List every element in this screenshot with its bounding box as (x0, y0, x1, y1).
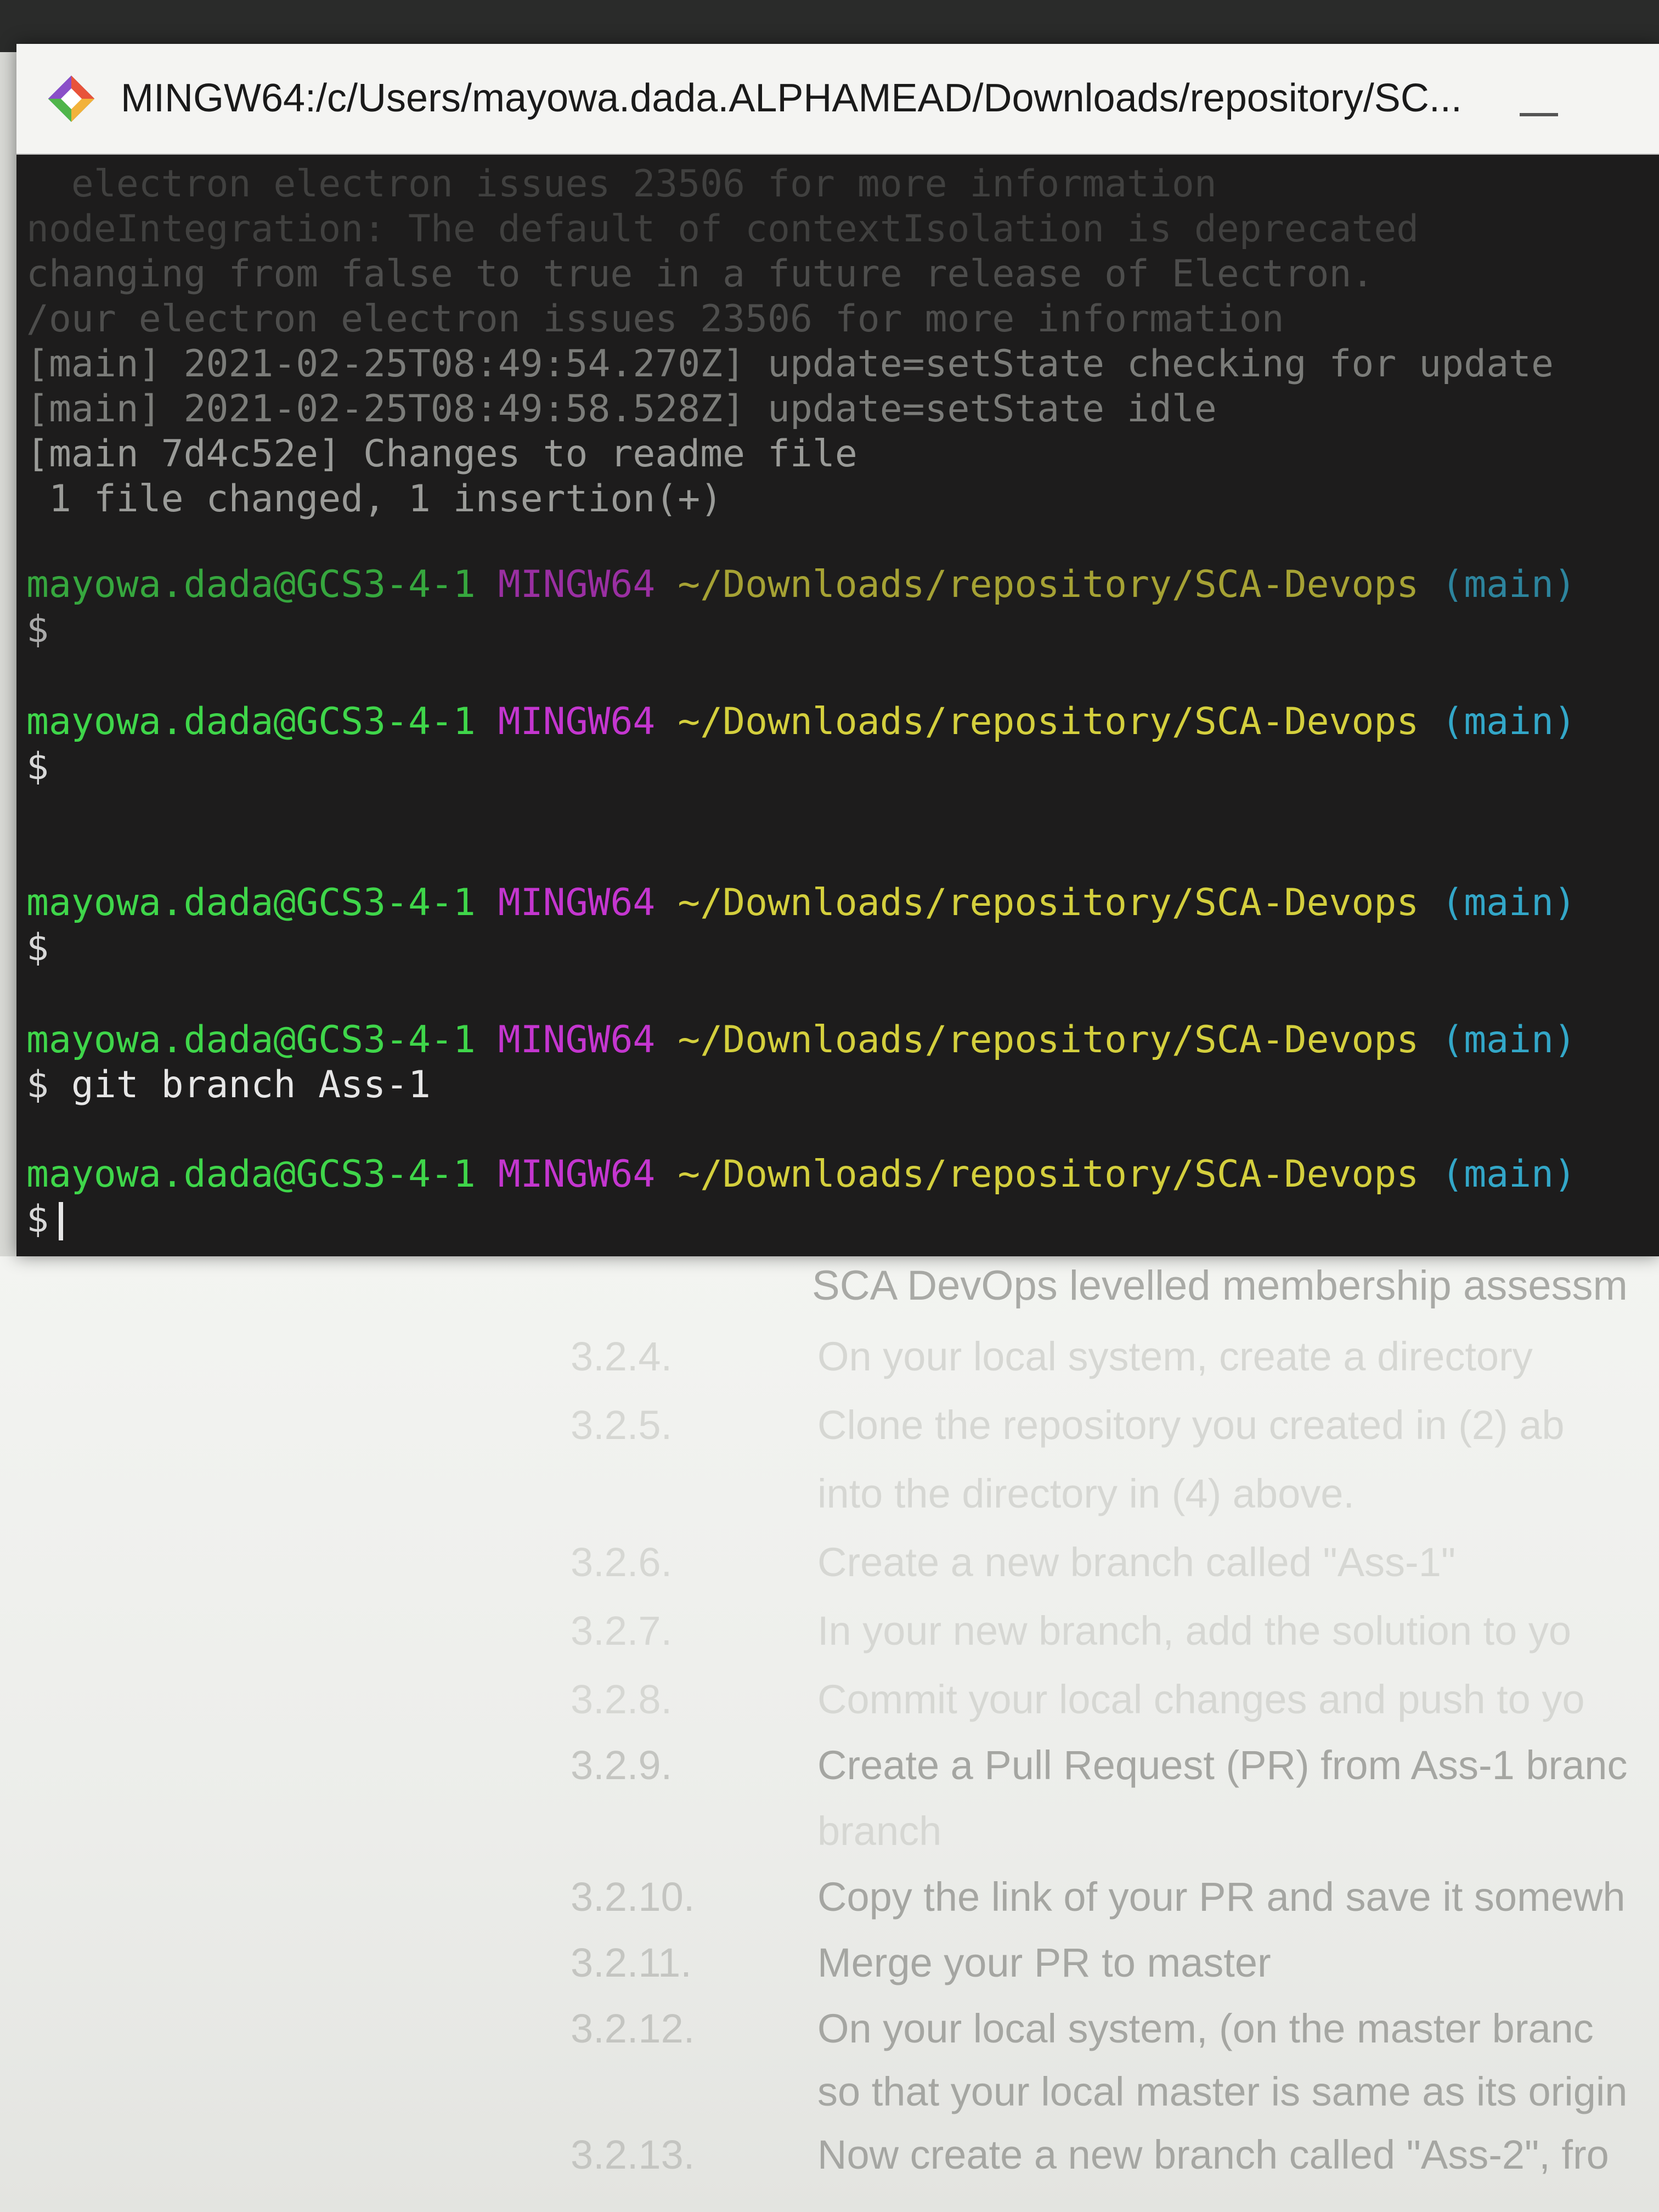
command-line: $ (26, 926, 71, 970)
window-titlebar[interactable]: MINGW64:/c/Users/mayowa.dada.ALPHAMEAD/D… (16, 44, 1659, 155)
item-text: On your local system, (on the master bra… (817, 2006, 1594, 2051)
list-item: 3.2.5. Clone the repository you created … (571, 1402, 1659, 1468)
prompt-symbol: $ (26, 745, 49, 788)
item-number: 3.2.11. (571, 1940, 692, 1985)
prompt-user: mayowa.dada@GCS3-4-1 (26, 563, 476, 606)
log-line-partial: changing from false to true in a future … (26, 252, 1374, 296)
prompt-branch: (main) (1441, 881, 1576, 924)
list-item: 3.2.9. Create a Pull Request (PR) from A… (571, 1742, 1659, 1808)
prompt-line: mayowa.dada@GCS3-4-1 MINGW64 ~/Downloads… (26, 1018, 1576, 1063)
prompt-path: ~/Downloads/repository/SCA-Devops (678, 700, 1419, 743)
git-bash-icon (48, 75, 95, 122)
prompt-host: MINGW64 (498, 700, 656, 743)
list-item: so that your local master is same as its… (571, 2068, 1659, 2134)
prompt-path: ~/Downloads/repository/SCA-Devops (678, 1018, 1419, 1062)
item-text: Create a new branch called "Ass-1" (817, 1539, 1456, 1585)
log-line: [main] 2021-02-25T08:49:54.270Z] update=… (26, 342, 1554, 386)
list-item: 3.2.4. On your local system, create a di… (571, 1333, 1659, 1399)
window-title: MINGW64:/c/Users/mayowa.dada.ALPHAMEAD/D… (121, 76, 1462, 120)
item-number: 3.2.13. (571, 2132, 695, 2177)
prompt-symbol: $ (26, 1063, 49, 1107)
item-text: Clone the repository you created in (2) … (817, 1402, 1565, 1448)
item-number: 3.2.6. (571, 1539, 673, 1585)
item-text: into the directory in (4) above. (817, 1471, 1355, 1516)
list-item: 3.2.10. Copy the link of your PR and sav… (571, 1874, 1659, 1939)
log-line: [main] 2021-02-25T08:49:58.528Z] update=… (26, 387, 1217, 431)
command-line: $ (26, 744, 71, 789)
item-text: branch (817, 1808, 942, 1854)
list-item: branch (571, 1808, 1659, 1874)
prompt-branch: (main) (1441, 563, 1576, 606)
list-item: into the directory in (4) above. (571, 1470, 1659, 1536)
list-item: 3.2.11. Merge your PR to master (571, 1939, 1659, 2005)
prompt-branch: (main) (1441, 1018, 1576, 1062)
log-line-partial: nodeIntegration: The default of contextI… (26, 207, 1419, 251)
prompt-user: mayowa.dada@GCS3-4-1 (26, 1018, 476, 1062)
prompt-path: ~/Downloads/repository/SCA-Devops (678, 563, 1419, 606)
prompt-host: MINGW64 (498, 563, 656, 606)
list-item: 3.2.6. Create a new branch called "Ass-1… (571, 1539, 1659, 1605)
list-item: 3.2.7. In your new branch, add the solut… (571, 1607, 1659, 1673)
item-number: 3.2.9. (571, 1742, 673, 1788)
prompt-host: MINGW64 (498, 1153, 656, 1196)
item-text: Copy the link of your PR and save it som… (817, 1874, 1626, 1920)
item-number: 3.2.10. (571, 1874, 695, 1920)
text-cursor (58, 1202, 63, 1241)
item-text: Now create a new branch called "Ass-2", … (817, 2132, 1609, 2177)
log-line: [main 7d4c52e] Changes to readme file (26, 432, 857, 476)
list-item: 3.2.12. On your local system, (on the ma… (571, 2005, 1659, 2071)
command-line: $ git branch Ass-1 (26, 1063, 431, 1108)
prompt-user: mayowa.dada@GCS3-4-1 (26, 1153, 476, 1196)
terminal-output[interactable]: electron electron issues 23506 for more … (16, 156, 1659, 1256)
item-text: On your local system, create a directory (817, 1334, 1533, 1379)
prompt-user: mayowa.dada@GCS3-4-1 (26, 881, 476, 924)
item-text: In your new branch, add the solution to … (817, 1608, 1571, 1654)
prompt-host: MINGW64 (498, 881, 656, 924)
command-line: $ (26, 607, 71, 652)
prompt-path: ~/Downloads/repository/SCA-Devops (678, 881, 1419, 924)
log-line-partial: /our electron electron issues 23506 for … (26, 297, 1284, 341)
terminal-window[interactable]: MINGW64:/c/Users/mayowa.dada.ALPHAMEAD/D… (16, 44, 1659, 1256)
item-number: 3.2.8. (571, 1677, 673, 1722)
item-text: Commit your local changes and push to yo (817, 1677, 1585, 1722)
prompt-line: mayowa.dada@GCS3-4-1 MINGW64 ~/Downloads… (26, 562, 1576, 607)
prompt-user: mayowa.dada@GCS3-4-1 (26, 700, 476, 743)
item-number: 3.2.5. (571, 1402, 673, 1448)
prompt-line: mayowa.dada@GCS3-4-1 MINGW64 ~/Downloads… (26, 881, 1576, 926)
log-line: 1 file changed, 1 insertion(+) (26, 477, 723, 521)
minimize-button[interactable] (1498, 99, 1580, 132)
prompt-symbol: $ (26, 608, 49, 651)
prompt-symbol: $ (26, 926, 49, 969)
item-text: Merge your PR to master (817, 1940, 1271, 1985)
item-number: 3.2.12. (571, 2006, 695, 2051)
prompt-path: ~/Downloads/repository/SCA-Devops (678, 1153, 1419, 1196)
item-number: 3.2.7. (571, 1608, 673, 1654)
prompt-branch: (main) (1441, 700, 1576, 743)
list-item: 3.2.13. Now create a new branch called "… (571, 2131, 1659, 2197)
active-command-line[interactable]: $ (26, 1197, 63, 1242)
prompt-line: mayowa.dada@GCS3-4-1 MINGW64 ~/Downloads… (26, 699, 1576, 744)
document-heading: SCA DevOps levelled membership assessm (812, 1262, 1628, 1309)
prompt-symbol: $ (26, 1198, 49, 1241)
command-text: git branch Ass-1 (71, 1063, 431, 1107)
prompt-host: MINGW64 (498, 1018, 656, 1062)
list-item: 3.2.8. Commit your local changes and pus… (571, 1676, 1659, 1742)
item-text: Create a Pull Request (PR) from Ass-1 br… (817, 1742, 1628, 1788)
prompt-line: mayowa.dada@GCS3-4-1 MINGW64 ~/Downloads… (26, 1152, 1576, 1197)
prompt-branch: (main) (1441, 1153, 1576, 1196)
item-number: 3.2.4. (571, 1334, 673, 1379)
item-text: so that your local master is same as its… (817, 2069, 1628, 2114)
log-line-partial: electron electron issues 23506 for more … (26, 162, 1217, 206)
